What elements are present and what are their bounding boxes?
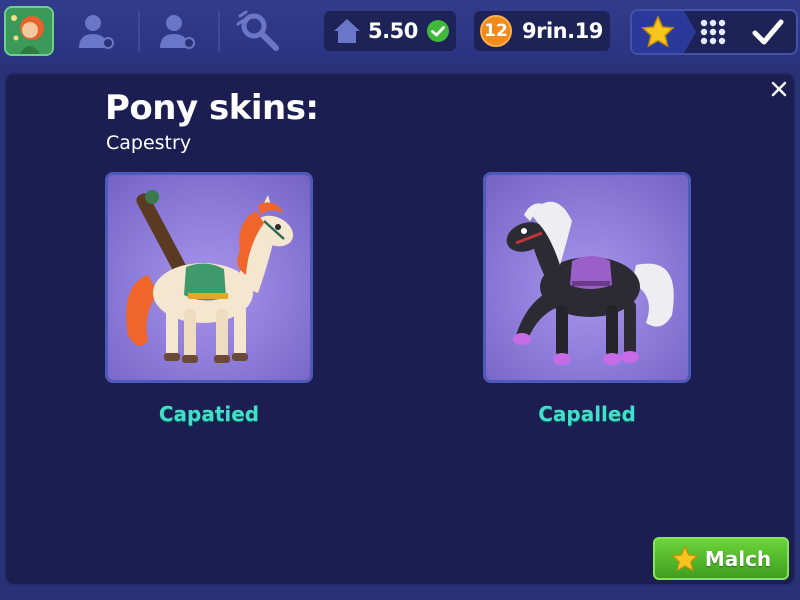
skin-card-1[interactable] [105,172,313,383]
pony-black-image [506,201,674,365]
check-badge-icon [426,20,449,42]
favorites-tab[interactable] [632,11,684,53]
friend-icon [79,15,114,49]
friends-button[interactable] [72,8,118,54]
top-bar: 5.50 12 9rin.19 [0,0,800,64]
level-display[interactable]: 12 9rin.19 [474,11,610,51]
level-text: 9rin.19 [522,19,603,43]
star-icon [641,15,675,48]
nav-divider [138,10,140,52]
panel-title: Pony skins: [105,88,319,128]
nav-divider [218,10,220,52]
currency-display[interactable]: 5.50 [324,11,456,51]
tab-arrow-icon [684,11,696,53]
close-icon [771,81,787,97]
friends-button-2[interactable] [153,8,199,54]
bottom-strip [0,588,800,600]
pony-cream-image [126,190,294,363]
home-icon [334,19,360,43]
search-button[interactable] [236,8,282,54]
close-button[interactable] [766,76,792,102]
skin-card-2[interactable] [483,172,691,383]
player-avatar[interactable] [4,6,54,56]
checkmark-icon [752,19,784,45]
match-button-label: Malch [704,546,772,571]
skin-card-1-label: Capatied [158,402,260,426]
search-icon [236,10,279,51]
currency-value: 5.50 [368,19,418,43]
skin-card-2-label: Capalled [538,402,636,426]
grid-icon [700,19,726,45]
tools-group [630,9,798,55]
level-badge: 12 [480,15,512,47]
confirm-button[interactable] [750,15,786,49]
star-icon [671,544,699,572]
friend-icon [160,15,195,49]
panel-subtitle: Capestry [106,132,192,154]
match-button[interactable]: Malch [653,537,789,580]
grid-button[interactable] [696,15,730,49]
character-avatar-icon [6,8,52,54]
